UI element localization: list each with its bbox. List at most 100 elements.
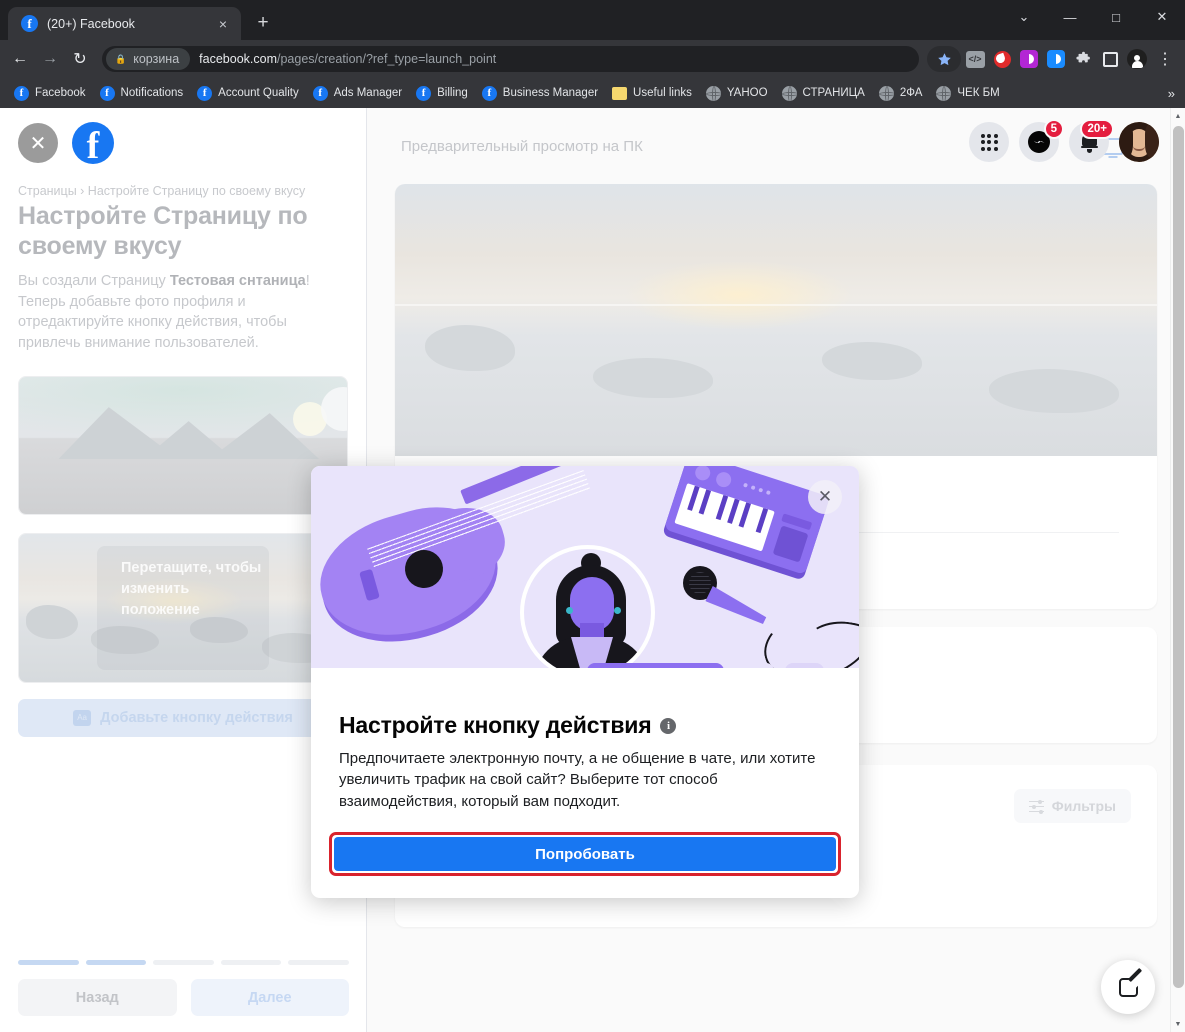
messenger-button[interactable]: 5 xyxy=(1019,119,1064,162)
browser-toolbar: ← → ↻ 🔒 корзина facebook.com/pages/creat… xyxy=(0,40,1185,78)
bookmark-label: Useful links xyxy=(633,87,692,99)
page-viewport: ✕ f Страницы › Настройте Страницу по сво… xyxy=(0,108,1185,1032)
browser-window: f (20+) Facebook × + ⌄ — □ ✕ ← → ↻ 🔒 кор… xyxy=(0,0,1185,1032)
profile-avatar-icon[interactable] xyxy=(1124,46,1150,72)
bookmark-account-quality[interactable]: f Account Quality xyxy=(191,83,305,104)
bookmark-useful-links[interactable]: Useful links xyxy=(606,84,698,103)
globe-icon xyxy=(936,85,952,101)
try-button[interactable]: Попробовать xyxy=(334,837,836,872)
lock-icon: 🔒 xyxy=(115,53,127,64)
bookmark-2fa[interactable]: 2ФА xyxy=(873,83,929,104)
facebook-icon: f xyxy=(197,85,213,101)
close-icon[interactable]: ✕ xyxy=(808,480,842,514)
add-action-button-label: Добавьте кнопку действия xyxy=(100,709,293,726)
bookmark-ads-manager[interactable]: f Ads Manager xyxy=(307,83,408,104)
bookmark-star-button[interactable] xyxy=(927,46,961,72)
bookmark-yahoo[interactable]: YAHOO xyxy=(700,83,774,104)
horizon-line xyxy=(395,303,1157,306)
next-button[interactable]: Далее xyxy=(190,979,349,1016)
modal-title: Настройте кнопку действия xyxy=(339,712,652,738)
extension-blue-icon[interactable] xyxy=(1043,46,1069,72)
synth-knob xyxy=(714,470,734,490)
site-identity-chip[interactable]: 🔒 корзина xyxy=(106,48,191,70)
globe-icon xyxy=(878,85,894,101)
bookmark-chek-bm[interactable]: ЧЕК БМ xyxy=(930,83,1005,104)
microphone-handle xyxy=(705,586,768,628)
scrollbar-thumb[interactable] xyxy=(1173,126,1184,988)
forward-icon[interactable]: → xyxy=(36,45,64,73)
scroll-up-icon[interactable]: ▲ xyxy=(1171,108,1185,124)
tab-title: (20+) Facebook xyxy=(47,16,135,31)
extension-red-icon[interactable] xyxy=(989,46,1015,72)
rock-shape xyxy=(25,604,78,639)
sidepanel-icon[interactable] xyxy=(1097,46,1123,72)
bookmark-label: Notifications xyxy=(120,87,184,99)
info-icon[interactable]: i xyxy=(660,717,677,734)
synth-pad xyxy=(772,525,809,563)
browser-tab[interactable]: f (20+) Facebook × xyxy=(8,7,241,40)
rock-shape xyxy=(989,368,1120,413)
url-domain: facebook.com xyxy=(199,52,277,66)
folder-icon xyxy=(612,86,628,100)
back-icon[interactable]: ← xyxy=(6,45,34,73)
mock-messenger-button xyxy=(587,663,724,668)
bookmark-label: YAHOO xyxy=(726,87,768,99)
bookmark-facebook[interactable]: f Facebook xyxy=(8,83,92,104)
new-tab-button[interactable]: + xyxy=(248,8,278,38)
sun-glow-decor xyxy=(623,260,854,331)
bookmark-label: Ads Manager xyxy=(333,87,403,99)
cover-photo-card[interactable]: Перетащите, чтобы изменить положение xyxy=(18,532,348,683)
compose-button[interactable] xyxy=(1101,960,1155,1014)
notifications-badge: 20+ xyxy=(1080,119,1114,139)
logo-letter: f xyxy=(86,124,100,167)
bookmark-notifications[interactable]: f Notifications xyxy=(94,83,190,104)
close-icon[interactable]: × xyxy=(214,15,232,33)
facebook-icon: f xyxy=(21,15,38,32)
progress-segment xyxy=(153,960,214,965)
add-action-button[interactable]: Aa Добавьте кнопку действия xyxy=(18,698,348,737)
browser-menu-icon[interactable]: ⋮ xyxy=(1151,45,1179,73)
modal-illustration: ✕ xyxy=(311,466,859,668)
scroll-down-icon[interactable]: ▼ xyxy=(1171,1016,1185,1032)
page-scrollbar[interactable]: ▲ ▼ xyxy=(1170,108,1185,1032)
facebook-icon: f xyxy=(99,85,115,101)
close-window-icon[interactable]: ✕ xyxy=(1139,0,1185,34)
modal-cta-highlight: Попробовать xyxy=(329,832,841,877)
bookmark-label: Billing xyxy=(437,87,468,99)
bookmark-label: Account Quality xyxy=(218,87,299,99)
filters-button[interactable]: Фильтры xyxy=(1013,789,1131,823)
tab-strip: f (20+) Facebook × + xyxy=(0,0,278,40)
rock-shape xyxy=(425,325,516,372)
rock-shape xyxy=(593,358,714,399)
profile-photo-card[interactable] xyxy=(18,375,348,515)
rock-shape xyxy=(821,341,922,380)
bookmark-business-manager[interactable]: f Business Manager xyxy=(476,83,604,104)
facebook-logo-icon[interactable]: f xyxy=(72,122,114,167)
desc-part-1: Вы создали Страницу xyxy=(18,273,170,289)
bookmark-label: Facebook xyxy=(35,87,86,99)
maximize-icon[interactable]: □ xyxy=(1093,0,1139,34)
apps-grid-button[interactable] xyxy=(969,122,1009,162)
bookmarks-overflow-icon[interactable]: » xyxy=(1168,86,1175,101)
minimize-icon[interactable]: — xyxy=(1047,0,1093,34)
url-path: /pages/creation/?ref_type=launch_point xyxy=(277,52,497,66)
progress-segment xyxy=(18,960,79,965)
tab-search-icon[interactable]: ⌄ xyxy=(1001,0,1047,34)
address-bar[interactable]: 🔒 корзина facebook.com/pages/creation/?r… xyxy=(102,46,919,72)
bookmark-billing[interactable]: f Billing xyxy=(410,83,474,104)
devtools-code-icon[interactable]: </> xyxy=(962,46,988,72)
bookmark-stranica[interactable]: СТРАНИЦА xyxy=(776,83,871,104)
mock-square-button xyxy=(785,663,824,668)
facebook-icon: f xyxy=(481,85,497,101)
avatar[interactable] xyxy=(1119,122,1159,162)
puzzle-extensions-icon[interactable] xyxy=(1070,46,1096,72)
back-button[interactable]: Назад xyxy=(18,979,177,1016)
drag-reposition-overlay[interactable]: Перетащите, чтобы изменить положение xyxy=(97,545,269,670)
extension-purple-icon[interactable] xyxy=(1016,46,1042,72)
synth-keys xyxy=(674,483,775,552)
progress-segment xyxy=(220,960,282,965)
mock-square-button xyxy=(735,663,774,668)
reload-icon[interactable]: ↻ xyxy=(66,45,94,73)
close-icon[interactable]: ✕ xyxy=(18,123,58,163)
notifications-button[interactable]: 20+ xyxy=(1069,119,1114,162)
